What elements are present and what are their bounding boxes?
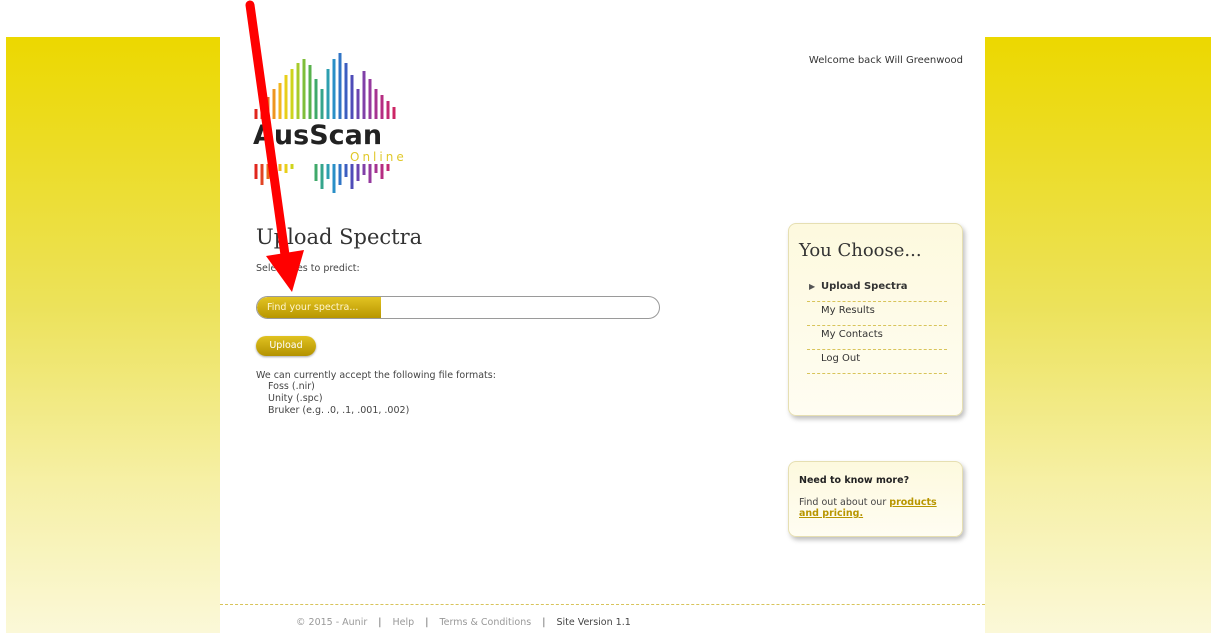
footer-link-terms[interactable]: Terms & Conditions: [439, 617, 531, 628]
sidebar-item-label: Log Out: [821, 353, 861, 364]
info-panel: Need to know more? Find out about our pr…: [788, 461, 963, 537]
sidebar-item-upload-spectra[interactable]: ▶ Upload Spectra: [807, 278, 947, 302]
footer-separator: |: [425, 617, 429, 628]
sidebar-item-log-out[interactable]: Log Out: [807, 350, 947, 374]
sidebar-menu: ▶ Upload Spectra My Results My Contacts …: [807, 278, 947, 374]
upload-button[interactable]: Upload: [256, 336, 316, 356]
sidebar-item-label: My Results: [821, 305, 875, 316]
format-item: Bruker (e.g. .0, .1, .001, .002): [268, 405, 410, 416]
footer-separator: |: [542, 617, 546, 628]
sidebar-item-label: Upload Spectra: [821, 281, 908, 292]
welcome-message: Welcome back Will Greenwood: [808, 55, 963, 66]
you-choose-panel: You Choose... ▶ Upload Spectra My Result…: [788, 223, 963, 416]
format-item: Unity (.spc): [268, 393, 323, 404]
copyright-text: © 2015 - Aunir: [296, 617, 368, 628]
format-item: Foss (.nir): [268, 381, 315, 392]
footer: © 2015 - Aunir | Help | Terms & Conditio…: [296, 617, 631, 628]
file-picker[interactable]: Find your spectra...: [256, 296, 660, 319]
find-spectra-button[interactable]: Find your spectra...: [257, 297, 381, 318]
info-text: Find out about our products and pricing.: [799, 497, 959, 519]
logo-subtitle: Online: [350, 150, 407, 164]
footer-divider: [220, 604, 985, 605]
panel-title: You Choose...: [799, 240, 922, 261]
sidebar-item-my-results[interactable]: My Results: [807, 302, 947, 326]
active-arrow-icon: ▶: [809, 282, 816, 291]
footer-separator: |: [378, 617, 382, 628]
sidebar-item-label: My Contacts: [821, 329, 883, 340]
info-text-label: Find out about our: [799, 497, 887, 508]
footer-link-help[interactable]: Help: [393, 617, 415, 628]
formats-intro: We can currently accept the following fi…: [256, 370, 496, 381]
sidebar-item-my-contacts[interactable]: My Contacts: [807, 326, 947, 350]
red-arrow-pointer: [245, 0, 304, 292]
formats-list: Foss (.nir) Unity (.spc) Bruker (e.g. .0…: [268, 381, 409, 417]
info-title: Need to know more?: [799, 475, 910, 486]
page-container: AusScan Online Welcome back Will Greenwo: [220, 37, 985, 633]
site-version: Site Version 1.1: [556, 617, 631, 628]
